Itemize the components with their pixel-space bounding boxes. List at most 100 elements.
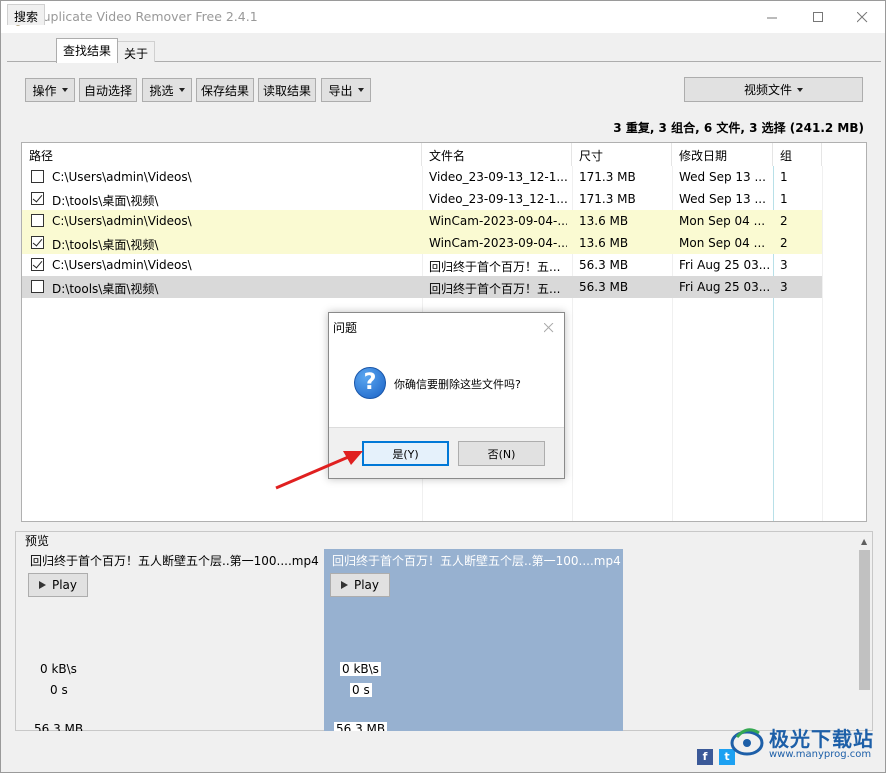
play-button[interactable]: Play [28, 573, 88, 597]
watermark: 极光下载站 www.manyprog.com [729, 721, 879, 767]
preview-scrollbar[interactable]: ▲ [857, 534, 872, 730]
maximize-button[interactable] [795, 1, 841, 33]
filter-menu-button[interactable]: 挑选 [142, 78, 192, 102]
column-header-size[interactable]: 尺寸 [572, 143, 672, 166]
title-bar: Duplicate Video Remover Free 2.4.1 [1, 1, 885, 33]
cell-size: 171.3 MB [579, 170, 636, 184]
row-checkbox[interactable] [31, 192, 44, 205]
cell-size: 56.3 MB [579, 280, 629, 294]
chevron-down-icon [797, 87, 803, 92]
close-icon [856, 11, 867, 22]
cell-path: C:\Users\admin\Videos\ [52, 170, 192, 184]
question-icon: ? [354, 367, 386, 399]
yes-button[interactable]: 是(Y) [362, 441, 449, 466]
column-header-date[interactable]: 修改日期 [672, 143, 773, 166]
cell-filename: WinCam-2023-09-04-... [429, 236, 567, 250]
save-results-button[interactable]: 保存结果 [196, 78, 254, 102]
row-checkbox[interactable] [31, 258, 44, 271]
dialog-close-button[interactable] [543, 317, 554, 337]
actions-menu-button[interactable]: 操作 [25, 78, 75, 102]
row-checkbox[interactable] [31, 236, 44, 249]
preview-speed: 0 kB\s [340, 662, 381, 676]
auto-select-button[interactable]: 自动选择 [79, 78, 137, 102]
tab-search[interactable]: 搜索 [7, 4, 46, 25]
chevron-down-icon [357, 88, 364, 92]
preview-time: 0 s [50, 683, 68, 697]
table-row[interactable]: D:\tools\桌面\视频\ WinCam-2023-09-04-... 13.6… [22, 232, 822, 254]
facebook-icon[interactable]: f [697, 749, 713, 765]
minimize-button[interactable] [749, 1, 795, 33]
window-title: Duplicate Video Remover Free 2.4.1 [33, 9, 258, 24]
chevron-down-icon [178, 88, 185, 92]
table-row[interactable]: C:\Users\admin\Videos\ Video_23-09-13_12-… [22, 166, 822, 188]
cell-filename: Video_23-09-13_12-1... [429, 192, 567, 206]
cell-group: 2 [780, 236, 788, 250]
preview-label: 预览 [23, 532, 52, 549]
annotation-arrow-icon [275, 451, 363, 490]
minimize-icon [766, 17, 777, 18]
tab-results[interactable]: 查找结果 [56, 38, 119, 63]
no-button[interactable]: 否(N) [458, 441, 545, 466]
scrollbar-thumb[interactable] [859, 550, 870, 690]
preview-speed: 0 kB\s [40, 662, 77, 676]
cell-size: 171.3 MB [579, 192, 636, 206]
column-header-filename[interactable]: 文件名 [422, 143, 572, 166]
cell-group: 1 [780, 170, 788, 184]
cell-filename: Video_23-09-13_12-1... [429, 170, 567, 184]
cell-path: C:\Users\admin\Videos\ [52, 258, 192, 272]
row-checkbox[interactable] [31, 280, 44, 293]
cell-path: D:\tools\桌面\视频\ [52, 238, 159, 252]
cell-group: 1 [780, 192, 788, 206]
preview-size: 56.3 MB [34, 722, 84, 731]
table-header: 路径 文件名 尺寸 修改日期 组 [22, 143, 866, 166]
watermark-logo-icon [730, 728, 764, 756]
table-row[interactable]: C:\Users\admin\Videos\ WinCam-2023-09-04-… [22, 210, 822, 232]
filter-label: 挑选 [149, 83, 174, 98]
table-row[interactable]: C:\Users\admin\Videos\ 回归终于首个百万！五... 56.3 … [22, 254, 822, 276]
close-button[interactable] [839, 1, 885, 33]
table-row[interactable]: D:\tools\桌面\视频\ 回归终于首个百万！五... 56.3 MB Fri A… [22, 276, 822, 298]
play-label: Play [353, 578, 380, 592]
row-checkbox[interactable] [31, 170, 44, 183]
video-files-menu-button[interactable]: 视频文件 [684, 77, 863, 102]
cell-path: D:\tools\桌面\视频\ [52, 194, 159, 208]
preview-filename: 回归终于首个百万！五人断壁五个层..第一100....mp4 [332, 554, 621, 568]
cell-filename: 回归终于首个百万！五... [429, 260, 561, 274]
cell-group: 2 [780, 214, 788, 228]
load-results-label: 读取结果 [262, 83, 311, 98]
cell-date: Mon Sep 04 ... [679, 214, 766, 228]
cell-size: 13.6 MB [579, 236, 629, 250]
play-icon [38, 581, 46, 589]
cell-path: C:\Users\admin\Videos\ [52, 214, 192, 228]
column-divider [822, 166, 823, 521]
dialog-message: 你确信要删除这些文件吗? [394, 378, 521, 391]
cell-size: 13.6 MB [579, 214, 629, 228]
tab-about[interactable]: 关于 [117, 41, 156, 62]
play-button[interactable]: Play [330, 573, 390, 597]
auto-select-label: 自动选择 [83, 83, 132, 98]
preview-size: 56.3 MB [334, 722, 388, 731]
table-row[interactable]: D:\tools\桌面\视频\ Video_23-09-13_12-1... 171… [22, 188, 822, 210]
save-results-label: 保存结果 [200, 83, 249, 98]
preview-card-2[interactable]: 回归终于首个百万！五人断壁五个层..第一100....mp4 Play 0 kB… [324, 549, 623, 731]
cell-date: Wed Sep 13 ... [679, 170, 766, 184]
dialog-title: 问题 [333, 321, 358, 335]
scroll-up-icon[interactable]: ▲ [861, 537, 867, 546]
cell-size: 56.3 MB [579, 258, 629, 272]
cell-date: Mon Sep 04 ... [679, 236, 766, 250]
watermark-title: 极光下载站 [769, 727, 874, 751]
export-menu-button[interactable]: 导出 [321, 78, 371, 102]
cell-group: 3 [780, 258, 788, 272]
column-header-group[interactable]: 组 [773, 143, 822, 166]
preview-card-1[interactable]: 回归终于首个百万！五人断壁五个层..第一100....mp4 Play 0 kB… [22, 549, 321, 731]
cell-date: Wed Sep 13 ... [679, 192, 766, 206]
row-checkbox[interactable] [31, 214, 44, 227]
export-label: 导出 [328, 83, 353, 98]
watermark-url: www.manyprog.com [769, 749, 872, 760]
cell-date: Fri Aug 25 03... [679, 280, 769, 294]
column-header-path[interactable]: 路径 [22, 143, 422, 166]
load-results-button[interactable]: 读取结果 [258, 78, 316, 102]
preview-time: 0 s [350, 683, 372, 697]
play-icon [340, 581, 348, 589]
cell-path: D:\tools\桌面\视频\ [52, 282, 159, 296]
